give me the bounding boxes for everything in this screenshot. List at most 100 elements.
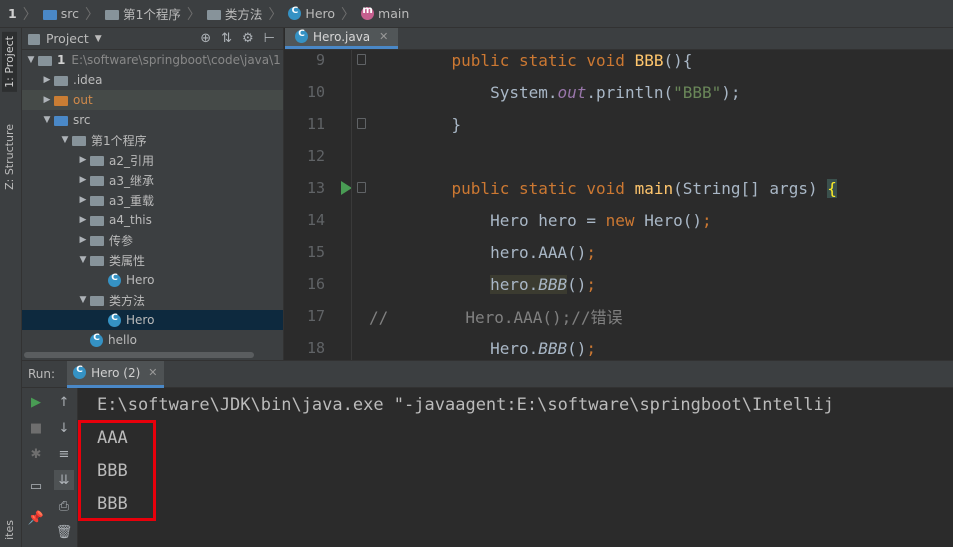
structure-tool-button[interactable]: Z: Structure: [2, 120, 17, 194]
tree-row-a2[interactable]: ▶ a2_引用: [22, 150, 283, 170]
breadcrumb-item-class[interactable]: Hero: [288, 6, 335, 21]
tree-row-a3-inherit[interactable]: ▶ a3_继承: [22, 170, 283, 190]
code-text: }: [413, 114, 462, 134]
package-icon: [90, 236, 104, 246]
module-icon: [38, 56, 52, 66]
package-icon: [90, 296, 104, 306]
class-icon: [108, 273, 121, 287]
fold-icon[interactable]: [357, 118, 366, 129]
code-line[interactable]: 11 }: [285, 108, 953, 140]
method-icon: [361, 5, 375, 20]
chevron-right-icon[interactable]: ▶: [76, 155, 90, 165]
print-icon[interactable]: ⎙: [54, 496, 74, 516]
run-tab-hero[interactable]: Hero (2) ✕: [67, 360, 164, 388]
highlight-box: [78, 420, 156, 521]
chevron-down-icon[interactable]: ▼: [95, 34, 102, 44]
project-panel: Project ▼ ⊕ ⇅ ⚙ ⊢ ▼ 1 E:\software\spring…: [22, 28, 284, 360]
tree-row-package[interactable]: ▼ 第1个程序: [22, 130, 283, 150]
folder-icon: [42, 9, 57, 20]
folder-icon: [54, 96, 68, 106]
line-number: 12: [306, 147, 325, 165]
fold-icon[interactable]: [357, 54, 366, 65]
tree-row-hello[interactable]: hello: [22, 330, 283, 350]
stop-icon[interactable]: ■: [26, 418, 46, 438]
chevron-down-icon[interactable]: ▼: [40, 115, 54, 125]
gutter: [325, 204, 413, 236]
code-editor[interactable]: Hero.java ✕ 9 public static void BBB(){1…: [285, 28, 953, 360]
gear-icon[interactable]: ⚙: [242, 31, 254, 46]
trash-icon[interactable]: 🗑: [54, 522, 74, 542]
class-icon: [73, 365, 87, 379]
run-label: Run:: [28, 367, 56, 381]
code-line[interactable]: 9 public static void BBB(){: [285, 44, 953, 76]
arrow-down-icon[interactable]: ↓: [54, 418, 74, 438]
chevron-right-icon[interactable]: ▶: [76, 235, 90, 245]
fold-icon[interactable]: [357, 182, 366, 193]
tree-row-src[interactable]: ▼ src: [22, 110, 283, 130]
class-icon: [90, 333, 103, 347]
code-line[interactable]: 18 Hero.BBB();: [285, 332, 953, 360]
breadcrumb-project-num[interactable]: 1: [8, 6, 17, 21]
layout-icon[interactable]: ▭: [26, 476, 46, 496]
scroll-to-end-icon[interactable]: ⇊: [54, 470, 74, 490]
debug-icon[interactable]: ✱: [26, 444, 46, 464]
chevron-down-icon[interactable]: ▼: [76, 255, 90, 265]
tree-row-hero-2[interactable]: Hero: [22, 310, 283, 330]
project-hscrollbar[interactable]: [24, 352, 254, 358]
close-icon[interactable]: ✕: [379, 30, 388, 43]
tree-row-class-method[interactable]: ▼ 类方法: [22, 290, 283, 310]
line-number: 14: [306, 211, 325, 229]
collapse-all-icon[interactable]: ⇅: [221, 31, 232, 46]
breadcrumb-item-package[interactable]: 第1个程序: [104, 4, 181, 23]
code-line[interactable]: 13 public static void main(String[] args…: [285, 172, 953, 204]
package-icon: [72, 136, 86, 146]
breadcrumb-item-src[interactable]: src: [42, 6, 79, 21]
chevron-right-icon: 〉: [84, 6, 99, 23]
code-line[interactable]: 12: [285, 140, 953, 172]
rerun-icon[interactable]: ▶: [26, 392, 46, 412]
code-line[interactable]: 14 Hero hero = new Hero();: [285, 204, 953, 236]
code-area[interactable]: 9 public static void BBB(){10 System.out…: [285, 44, 953, 360]
code-line[interactable]: 17// Hero.AAA();//错误: [285, 300, 953, 332]
console-output[interactable]: E:\software\JDK\bin\java.exe "-javaagent…: [79, 388, 953, 547]
package-icon: [206, 9, 221, 20]
hide-icon[interactable]: ⊢: [264, 31, 275, 46]
project-tree: ▼ 1 E:\software\springboot\code\java\1 ▶…: [22, 50, 283, 350]
tree-row-root[interactable]: ▼ 1 E:\software\springboot\code\java\1: [22, 50, 283, 70]
soft-wrap-icon[interactable]: ≡: [54, 444, 74, 464]
chevron-down-icon[interactable]: ▼: [24, 55, 38, 65]
chevron-right-icon[interactable]: ▶: [76, 175, 90, 185]
tree-row-idea[interactable]: ▶ .idea: [22, 70, 283, 90]
code-line[interactable]: 15 hero.AAA();: [285, 236, 953, 268]
arrow-up-icon[interactable]: ↑: [54, 392, 74, 412]
chevron-down-icon[interactable]: ▼: [58, 135, 72, 145]
code-line[interactable]: 10 System.out.println("BBB");: [285, 76, 953, 108]
breadcrumb: 1 〉 src 〉 第1个程序 〉 类方法 〉 Hero 〉 main: [0, 0, 953, 28]
close-icon[interactable]: ✕: [148, 366, 157, 379]
chevron-right-icon[interactable]: ▶: [40, 75, 54, 85]
code-line[interactable]: 16 hero.BBB();: [285, 268, 953, 300]
project-tool-button[interactable]: 1: Project: [2, 32, 17, 92]
chevron-right-icon[interactable]: ▶: [76, 215, 90, 225]
favorites-tool-button[interactable]: ites: [2, 516, 17, 544]
tree-row-out[interactable]: ▶ out: [22, 90, 283, 110]
line-number: 18: [306, 339, 325, 357]
chevron-right-icon[interactable]: ▶: [40, 95, 54, 105]
chevron-right-icon: 〉: [22, 6, 37, 23]
tree-row-class-attr[interactable]: ▼ 类属性: [22, 250, 283, 270]
pin-icon[interactable]: 📌: [26, 508, 46, 528]
line-number: 11: [306, 115, 325, 133]
chevron-down-icon[interactable]: ▼: [76, 295, 90, 305]
locate-icon[interactable]: ⊕: [200, 31, 211, 46]
tree-row-a3-overload[interactable]: ▶ a3_重载: [22, 190, 283, 210]
breadcrumb-item-subpackage[interactable]: 类方法: [206, 4, 262, 23]
tree-row-a4[interactable]: ▶ a4_this: [22, 210, 283, 230]
breadcrumb-item-method[interactable]: main: [361, 5, 409, 21]
tree-row-params[interactable]: ▶ 传参: [22, 230, 283, 250]
project-view-selector[interactable]: Project: [46, 31, 89, 46]
tree-row-hero-1[interactable]: Hero: [22, 270, 283, 290]
chevron-right-icon[interactable]: ▶: [76, 195, 90, 205]
project-icon: [28, 34, 40, 45]
chevron-right-icon: 〉: [268, 6, 283, 23]
package-icon: [90, 156, 104, 166]
